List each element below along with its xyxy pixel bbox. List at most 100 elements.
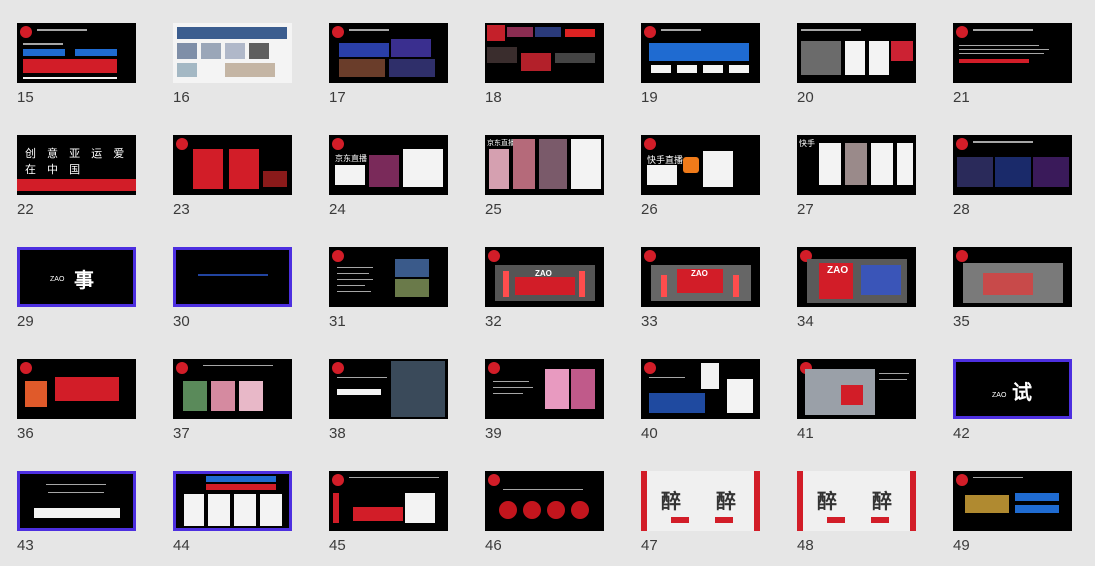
slide-42-thumbnail[interactable]: ZAO 试	[953, 359, 1072, 419]
slide-36[interactable]: 36	[17, 359, 136, 442]
brand-logo-icon	[488, 474, 500, 486]
slide-32-brand: ZAO	[535, 269, 552, 278]
slide-number: 22	[17, 201, 34, 218]
slide-20-thumbnail[interactable]	[797, 23, 916, 83]
slide-29[interactable]: ZAO 事 29	[17, 247, 136, 330]
slide-25[interactable]: 京东直播 25	[485, 135, 604, 218]
slide-number: 30	[173, 313, 190, 330]
slide-44[interactable]: 44	[173, 471, 292, 554]
brand-logo-icon	[332, 474, 344, 486]
slide-48-thumbnail[interactable]: 醉 醉	[797, 471, 916, 531]
slide-15-thumbnail[interactable]	[17, 23, 136, 83]
slide-36-thumbnail[interactable]	[17, 359, 136, 419]
slide-43[interactable]: 43	[17, 471, 136, 554]
slide-22-thumbnail[interactable]: 创 意 亚 运 爱 在 中 国	[17, 135, 136, 195]
slide-37-thumbnail[interactable]	[173, 359, 292, 419]
slide-26-thumbnail[interactable]: 快手直播	[641, 135, 760, 195]
slide-34[interactable]: ZAO 34	[797, 247, 916, 330]
slide-number: 18	[485, 89, 502, 106]
slide-26[interactable]: 快手直播 26	[641, 135, 760, 218]
brand-logo-icon	[20, 362, 32, 374]
slide-40[interactable]: 40	[641, 359, 760, 442]
brand-logo-icon	[644, 362, 656, 374]
slide-number: 46	[485, 537, 502, 554]
slide-45-thumbnail[interactable]	[329, 471, 448, 531]
slide-27-thumbnail[interactable]: 快手	[797, 135, 916, 195]
slide-sorter-grid: 15 16 17 18 19 20 21 创 意 亚 运 爱 在 中 国 22 …	[17, 23, 1072, 554]
slide-40-thumbnail[interactable]	[641, 359, 760, 419]
slide-30-thumbnail[interactable]	[173, 247, 292, 307]
slide-38-thumbnail[interactable]	[329, 359, 448, 419]
slide-28[interactable]: 28	[953, 135, 1072, 218]
slide-27[interactable]: 快手 27	[797, 135, 916, 218]
slide-number: 15	[17, 89, 34, 106]
slide-35-thumbnail[interactable]	[953, 247, 1072, 307]
slide-number: 40	[641, 425, 658, 442]
slide-47-thumbnail[interactable]: 醉 醉	[641, 471, 760, 531]
slide-48-title: 醉 醉	[817, 489, 906, 513]
slide-45[interactable]: 45	[329, 471, 448, 554]
brand-logo-icon	[176, 138, 188, 150]
slide-number: 37	[173, 425, 190, 442]
slide-19[interactable]: 19	[641, 23, 760, 106]
slide-30[interactable]: 30	[173, 247, 292, 330]
slide-49[interactable]: 49	[953, 471, 1072, 554]
brand-logo-icon	[176, 362, 188, 374]
slide-24-thumbnail[interactable]: 京东直播	[329, 135, 448, 195]
brand-text: ZAO	[50, 276, 65, 283]
slide-19-thumbnail[interactable]	[641, 23, 760, 83]
slide-47[interactable]: 醉 醉 47	[641, 471, 760, 554]
slide-37[interactable]: 37	[173, 359, 292, 442]
slide-23-thumbnail[interactable]	[173, 135, 292, 195]
slide-42[interactable]: ZAO 试 42	[953, 359, 1072, 442]
slide-16-thumbnail[interactable]	[173, 23, 292, 83]
slide-17-thumbnail[interactable]	[329, 23, 448, 83]
slide-28-thumbnail[interactable]	[953, 135, 1072, 195]
slide-33[interactable]: ZAO 33	[641, 247, 760, 330]
slide-25-thumbnail[interactable]: 京东直播	[485, 135, 604, 195]
slide-number: 36	[17, 425, 34, 442]
slide-24[interactable]: 京东直播 24	[329, 135, 448, 218]
slide-22-title: 创 意 亚 运 爱 在 中 国	[25, 148, 129, 176]
slide-number: 41	[797, 425, 814, 442]
brand-text: ZAO	[992, 392, 1007, 399]
slide-18[interactable]: 18	[485, 23, 604, 106]
slide-33-thumbnail[interactable]: ZAO	[641, 247, 760, 307]
slide-34-brand: ZAO	[827, 265, 849, 276]
brand-logo-icon	[332, 362, 344, 374]
slide-21-thumbnail[interactable]	[953, 23, 1072, 83]
slide-31[interactable]: 31	[329, 247, 448, 330]
slide-29-thumbnail[interactable]: ZAO 事	[17, 247, 136, 307]
slide-21[interactable]: 21	[953, 23, 1072, 106]
slide-20[interactable]: 20	[797, 23, 916, 106]
slide-48[interactable]: 醉 醉 48	[797, 471, 916, 554]
slide-17[interactable]: 17	[329, 23, 448, 106]
slide-23[interactable]: 23	[173, 135, 292, 218]
slide-number: 33	[641, 313, 658, 330]
slide-number: 32	[485, 313, 502, 330]
slide-41[interactable]: 41	[797, 359, 916, 442]
slide-34-thumbnail[interactable]: ZAO	[797, 247, 916, 307]
slide-29-title: 事	[74, 268, 94, 292]
slide-32[interactable]: ZAO 32	[485, 247, 604, 330]
slide-number: 19	[641, 89, 658, 106]
slide-46-thumbnail[interactable]	[485, 471, 604, 531]
slide-43-thumbnail[interactable]	[17, 471, 136, 531]
brand-logo-icon	[644, 250, 656, 262]
slide-22[interactable]: 创 意 亚 运 爱 在 中 国 22	[17, 135, 136, 218]
slide-38[interactable]: 38	[329, 359, 448, 442]
slide-32-thumbnail[interactable]: ZAO	[485, 247, 604, 307]
slide-16[interactable]: 16	[173, 23, 292, 106]
slide-46[interactable]: 46	[485, 471, 604, 554]
slide-number: 27	[797, 201, 814, 218]
slide-39[interactable]: 39	[485, 359, 604, 442]
slide-15[interactable]: 15	[17, 23, 136, 106]
slide-18-thumbnail[interactable]	[485, 23, 604, 83]
slide-31-thumbnail[interactable]	[329, 247, 448, 307]
slide-35[interactable]: 35	[953, 247, 1072, 330]
slide-41-thumbnail[interactable]	[797, 359, 916, 419]
slide-49-thumbnail[interactable]	[953, 471, 1072, 531]
slide-39-thumbnail[interactable]	[485, 359, 604, 419]
brand-logo-icon	[332, 26, 344, 38]
slide-44-thumbnail[interactable]	[173, 471, 292, 531]
